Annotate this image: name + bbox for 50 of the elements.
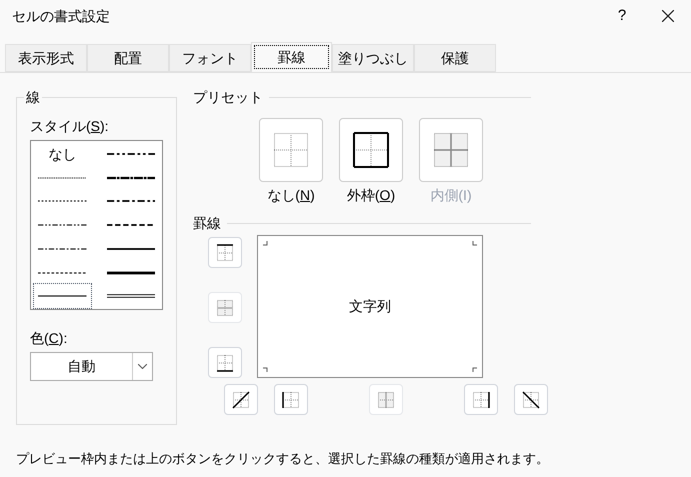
help-button[interactable]: ?: [599, 0, 645, 32]
tab[interactable]: 罫線: [251, 42, 332, 72]
line-style-list[interactable]: なし: [30, 140, 163, 310]
section-title: 罫線: [193, 214, 221, 233]
line-sample-icon: [106, 270, 155, 276]
border-button[interactable]: [224, 384, 258, 415]
tab[interactable]: フォント: [169, 44, 251, 72]
line-style-option[interactable]: [34, 284, 90, 308]
border-grid-icon: [230, 388, 252, 410]
line-sample-icon: [106, 293, 155, 300]
border-button[interactable]: [514, 384, 548, 415]
help-text: プレビュー枠内または上のボタンをクリックすると、選択した罫線の種類が適用されます。: [15, 450, 550, 468]
tab[interactable]: 保護: [414, 44, 496, 72]
border-grid-icon: [271, 130, 311, 170]
tab[interactable]: 塗りつぶし: [332, 44, 414, 72]
corner-mark-icon: [472, 241, 477, 246]
line-sample-icon: [106, 174, 155, 181]
tab[interactable]: 表示形式: [5, 44, 87, 72]
corner-mark-icon: [472, 367, 477, 372]
line-sample-icon: [106, 246, 155, 252]
border-preview[interactable]: 文字列: [257, 235, 483, 378]
color-dropdown[interactable]: 自動: [30, 352, 153, 381]
line-sample-icon: [106, 222, 155, 228]
line-sample-icon: [106, 198, 155, 204]
line-sample-icon: [38, 293, 86, 300]
border-grid-icon: [351, 130, 391, 170]
field-label: スタイル(S):: [30, 118, 109, 134]
preset-label: 内側(I): [430, 186, 472, 205]
preset-label: なし(N): [267, 186, 315, 205]
preset-button[interactable]: [339, 118, 403, 182]
line-sample-icon: [38, 198, 86, 204]
window-title: セルの書式設定: [12, 6, 111, 26]
line-sample-icon: [38, 246, 86, 252]
line-sample-icon: [38, 270, 86, 276]
corner-mark-icon: [263, 367, 268, 372]
preview-text: 文字列: [349, 297, 391, 316]
line-sample-icon: [106, 151, 155, 157]
line-sample-icon: [38, 174, 86, 181]
preset-label: 外枠(O): [346, 186, 396, 205]
chevron-down-icon: [138, 364, 147, 369]
section-title: プリセット: [193, 88, 263, 107]
tab[interactable]: 配置: [87, 44, 169, 72]
field-label: 色(C):: [30, 330, 68, 346]
corner-mark-icon: [263, 241, 268, 246]
border-grid-icon: [520, 388, 542, 410]
border-grid-icon: [214, 242, 236, 264]
line-style-option[interactable]: なし: [34, 142, 90, 166]
line-sample-icon: [38, 222, 86, 228]
border-grid-icon: [431, 130, 471, 170]
close-icon: [662, 10, 674, 22]
